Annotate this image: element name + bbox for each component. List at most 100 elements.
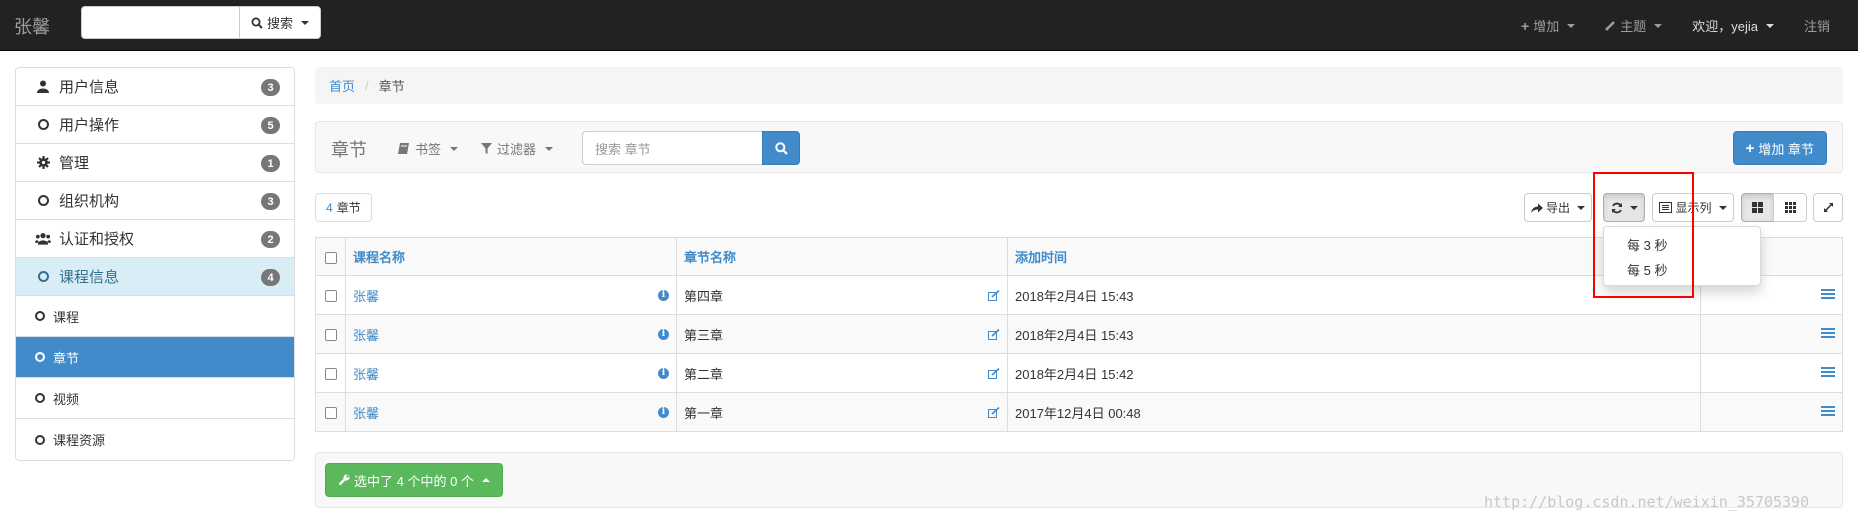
- brand-logo[interactable]: 张馨: [14, 13, 50, 39]
- sidebar-subitem-resources[interactable]: 课程资源: [16, 419, 294, 460]
- global-search-input[interactable]: [81, 6, 239, 39]
- info-icon[interactable]: i: [658, 328, 669, 340]
- course-cell: 张馨 i: [345, 353, 677, 393]
- table-row: 张馨 i 第一章 2017年12月4日 00:48: [315, 392, 1843, 432]
- chevron-down-icon: [450, 146, 459, 151]
- chapter-search: 搜索 章节: [582, 131, 800, 165]
- row-checkbox[interactable]: [324, 368, 337, 381]
- record-count-number: 4: [326, 200, 333, 215]
- bulk-action-button[interactable]: 选中了 4 个中的 0 个: [325, 463, 503, 497]
- grid-small-icon: [1784, 202, 1796, 213]
- bookmark-menu[interactable]: 书签: [398, 139, 459, 158]
- sidebar-subitem-course[interactable]: 课程: [16, 296, 294, 337]
- row-select-cell: [315, 392, 346, 432]
- chevron-down-icon: [545, 146, 554, 151]
- circle-icon: [35, 393, 45, 403]
- info-icon[interactable]: i: [658, 406, 669, 418]
- sidebar-item-user-ops[interactable]: 用户操作 5: [16, 106, 294, 144]
- record-count-unit: 章节: [336, 201, 361, 215]
- nav-theme-menu[interactable]: 主题: [1590, 0, 1677, 51]
- chapter-name: 第一章: [684, 405, 724, 421]
- nav-logout-link[interactable]: 注销: [1789, 0, 1858, 51]
- export-button[interactable]: 导出: [1524, 193, 1592, 222]
- user-icon: [35, 80, 51, 93]
- nav-welcome-label: 欢迎，yejia: [1692, 19, 1758, 34]
- columns-label: 显示列: [1675, 201, 1712, 215]
- layout-compact-button[interactable]: [1773, 193, 1807, 222]
- edit-icon[interactable]: [988, 289, 1000, 301]
- sidebar: 用户信息 3 用户操作 5 管理 1 组织机构 3 认证和授权 2 课程信息 4…: [15, 67, 295, 461]
- page-title: 章节: [331, 140, 367, 160]
- sidebar-subitem-video[interactable]: 视频: [16, 378, 294, 419]
- layout-table-button[interactable]: [1741, 193, 1774, 222]
- chapter-search-input[interactable]: 搜索 章节: [582, 131, 762, 165]
- edit-icon[interactable]: [988, 328, 1000, 340]
- sidebar-item-auth[interactable]: 认证和授权 2: [16, 220, 294, 258]
- circle-icon: [35, 271, 51, 282]
- breadcrumb-home-link[interactable]: 首页: [329, 76, 355, 95]
- course-link[interactable]: 张馨: [353, 325, 379, 344]
- sidebar-item-label: 认证和授权: [59, 231, 135, 248]
- filter-menu[interactable]: 过滤器: [481, 139, 554, 158]
- course-link[interactable]: 张馨: [353, 403, 379, 422]
- edit-icon[interactable]: [988, 406, 1000, 418]
- row-checkbox[interactable]: [324, 407, 337, 420]
- select-all-checkbox[interactable]: [324, 251, 337, 264]
- refresh-every-3s-option[interactable]: 每 3 秒: [1604, 232, 1760, 257]
- brush-icon: [1605, 21, 1616, 31]
- nav-logout-label: 注销: [1803, 19, 1830, 34]
- nav-user-menu[interactable]: 欢迎，yejia: [1677, 0, 1789, 51]
- count-badge: 3: [261, 193, 280, 210]
- info-icon[interactable]: i: [658, 289, 669, 301]
- sidebar-item-course-info[interactable]: 课程信息 4: [16, 258, 294, 296]
- add-chapter-button[interactable]: + 增加 章节: [1732, 131, 1827, 165]
- sidebar-subitem-label: 章节: [53, 350, 80, 366]
- sidebar-item-user-info[interactable]: 用户信息 3: [16, 68, 294, 106]
- sidebar-item-org[interactable]: 组织机构 3: [16, 182, 294, 220]
- nav-add-menu[interactable]: + 增加: [1506, 0, 1590, 51]
- column-header-course[interactable]: 课程名称: [345, 237, 677, 276]
- info-icon[interactable]: i: [658, 367, 669, 379]
- sidebar-item-label: 用户信息: [59, 79, 120, 96]
- chapter-search-button[interactable]: [762, 131, 800, 165]
- list-icon[interactable]: [1821, 404, 1835, 418]
- bookmark-label: 书签: [415, 142, 442, 157]
- column-header-chapter[interactable]: 章节名称: [676, 237, 1008, 276]
- chevron-down-icon: [1654, 23, 1663, 28]
- global-search-label: 搜索: [267, 16, 294, 31]
- list-icon[interactable]: [1821, 365, 1835, 379]
- row-select-cell: [315, 275, 346, 315]
- table-row: 张馨 i 第三章 2018年2月4日 15:43: [315, 314, 1843, 354]
- bulk-action-label: 选中了 4 个中的 0 个: [354, 473, 474, 489]
- refresh-every-5s-option[interactable]: 每 5 秒: [1604, 257, 1760, 282]
- course-link[interactable]: 张馨: [353, 364, 379, 383]
- table-row: 张馨 i 第二章 2018年2月4日 15:42: [315, 353, 1843, 393]
- count-badge: 5: [261, 117, 280, 134]
- book-icon: [398, 143, 409, 154]
- sidebar-item-label: 管理: [59, 155, 90, 172]
- course-link[interactable]: 张馨: [353, 286, 379, 305]
- edit-icon[interactable]: [988, 367, 1000, 379]
- chapter-cell: 第二章: [676, 353, 1008, 393]
- list-icon[interactable]: [1821, 326, 1835, 340]
- auto-refresh-button[interactable]: [1603, 193, 1645, 222]
- sidebar-subitem-label: 视频: [53, 391, 80, 407]
- time-cell: 2018年2月4日 15:42: [1007, 353, 1701, 393]
- sidebar-subitem-chapter[interactable]: 章节: [16, 337, 294, 378]
- add-chapter-label: 增加 章节: [1758, 141, 1814, 157]
- column-header-time[interactable]: 添加时间: [1007, 237, 1701, 276]
- circle-icon: [35, 119, 51, 130]
- count-badge: 3: [261, 79, 280, 96]
- row-checkbox[interactable]: [324, 290, 337, 303]
- list-icon[interactable]: [1821, 287, 1835, 301]
- fullscreen-button[interactable]: [1813, 193, 1843, 222]
- refresh-icon: [1611, 202, 1622, 213]
- record-count[interactable]: 4 章节: [315, 193, 372, 222]
- global-search-button[interactable]: 搜索: [239, 6, 322, 39]
- columns-button[interactable]: 显示列: [1652, 193, 1734, 222]
- sidebar-item-admin[interactable]: 管理 1: [16, 144, 294, 182]
- row-checkbox[interactable]: [324, 329, 337, 342]
- chevron-down-icon: [1577, 205, 1585, 210]
- breadcrumb: 首页 / 章节: [315, 67, 1843, 104]
- select-all-cell: [315, 237, 346, 276]
